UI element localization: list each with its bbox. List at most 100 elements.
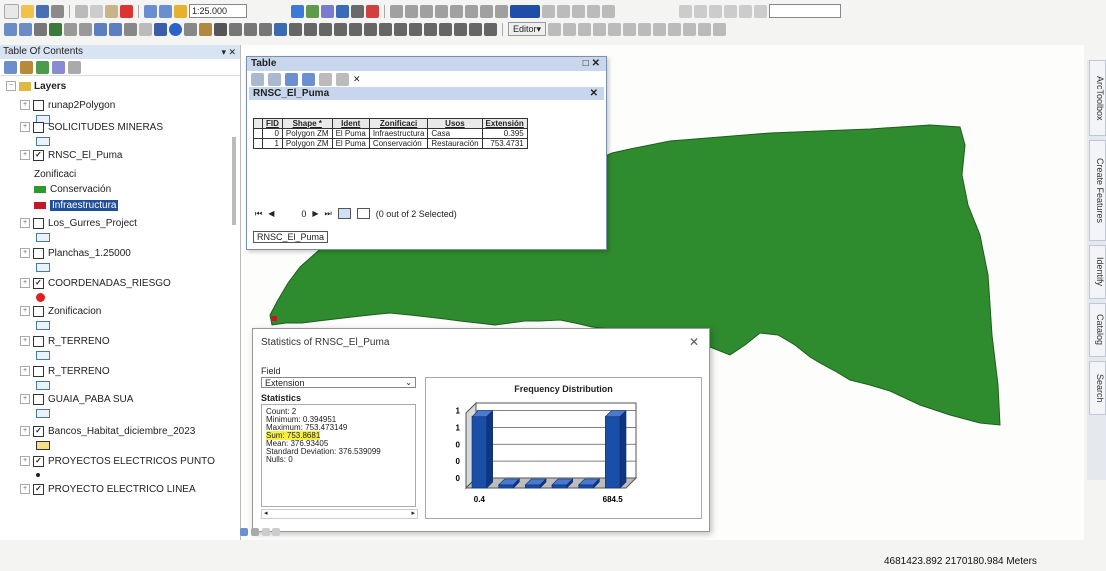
fixed-zoom-out-icon[interactable] <box>79 22 92 36</box>
modelbuilder-icon[interactable] <box>366 4 379 18</box>
table-row[interactable]: 0 Polygon ZM El Puma Infraestructura Casa 0.3… <box>253 128 528 139</box>
sidebar-tab-identify[interactable]: Identify <box>1089 245 1106 299</box>
expand-icon[interactable]: + <box>20 336 30 346</box>
tool-icon[interactable] <box>709 4 722 18</box>
layer-visibility-checkbox[interactable] <box>33 483 44 495</box>
edit-tool-icon[interactable] <box>638 22 652 36</box>
identify-icon[interactable] <box>169 22 182 36</box>
legend-class-3[interactable]: Zonificaci <box>34 167 76 181</box>
layer-visibility-checkbox[interactable] <box>33 99 44 111</box>
toc-layer-15[interactable]: + PROYECTO ELECTRICO LINEA <box>20 482 196 496</box>
scroll-right-icon[interactable]: ▸ <box>411 510 417 518</box>
layer-visibility-checkbox[interactable] <box>33 217 44 229</box>
edit-tool-icon[interactable] <box>563 22 577 36</box>
tool-icon[interactable] <box>454 22 467 36</box>
layers-data-frame[interactable]: − Layers <box>6 79 66 93</box>
layer-visibility-checkbox[interactable] <box>33 149 44 161</box>
expand-icon[interactable]: + <box>20 150 30 160</box>
expand-icon[interactable]: + <box>20 122 30 132</box>
list-by-visibility-icon[interactable] <box>36 60 49 74</box>
search-window-icon[interactable] <box>321 4 334 18</box>
tool-icon[interactable] <box>450 4 463 18</box>
edit-tool-icon[interactable] <box>623 22 637 36</box>
layout-view-icon[interactable] <box>250 528 259 536</box>
hyperlink-icon[interactable] <box>184 22 197 36</box>
collapse-icon[interactable]: − <box>6 81 16 91</box>
clear-selection-icon[interactable] <box>139 22 152 36</box>
cut-icon[interactable] <box>75 4 88 18</box>
row-selector[interactable] <box>253 128 263 139</box>
toc-layer-0[interactable]: + runap2Polygon <box>20 98 115 112</box>
expand-icon[interactable]: + <box>20 456 30 466</box>
toc-layer-13[interactable]: + Bancos_Habitat_diciembre_2023 <box>20 424 195 438</box>
scroll-left-icon[interactable]: ◂ <box>262 510 268 518</box>
tool-icon[interactable] <box>587 4 600 18</box>
layer-visibility-checkbox[interactable] <box>33 455 44 467</box>
zoom-in-icon[interactable] <box>4 22 17 36</box>
time-slider-icon[interactable] <box>274 22 287 36</box>
expand-icon[interactable]: + <box>20 366 30 376</box>
tool-icon[interactable] <box>420 4 433 18</box>
tool-icon[interactable] <box>572 4 585 18</box>
toc-layer-11[interactable]: + R_TERRENO <box>20 364 110 378</box>
current-record-field[interactable]: 0 <box>280 209 306 219</box>
select-by-attributes-icon[interactable] <box>285 72 298 86</box>
zoom-out-icon[interactable] <box>19 22 32 36</box>
statistics-horizontal-scrollbar[interactable]: ◂ ▸ <box>261 509 418 519</box>
forward-extent-icon[interactable] <box>109 22 122 36</box>
first-record-icon[interactable]: ⏮ <box>255 209 262 219</box>
chevron-down-icon[interactable]: ⌄ <box>405 377 412 388</box>
tool-icon[interactable] <box>754 4 767 18</box>
expand-icon[interactable]: + <box>20 484 30 494</box>
color-swatch-icon[interactable] <box>510 4 540 18</box>
back-extent-icon[interactable] <box>94 22 107 36</box>
sidebar-tab-catalog[interactable]: Catalog <box>1089 303 1106 357</box>
expand-icon[interactable]: + <box>20 248 30 258</box>
legend-class-5[interactable]: Infraestructura <box>34 198 119 212</box>
switch-selection-icon[interactable] <box>302 72 315 86</box>
table-options-icon[interactable] <box>251 72 264 86</box>
pan-icon[interactable] <box>34 22 47 36</box>
table-tab-rnsc-el-puma[interactable]: RNSC_El_Puma <box>253 231 329 243</box>
column-header[interactable]: Extensión <box>481 118 528 129</box>
toc-close-icon[interactable]: ▾ ✕ <box>221 45 236 59</box>
related-tables-icon[interactable] <box>268 72 281 86</box>
layer-visibility-checkbox[interactable] <box>33 305 44 317</box>
sidebar-tab-arctoolbox[interactable]: ArcToolbox <box>1089 60 1106 136</box>
fixed-zoom-in-icon[interactable] <box>64 22 77 36</box>
tool-icon[interactable] <box>484 22 497 36</box>
show-all-records-icon[interactable] <box>337 208 351 219</box>
layer-visibility-checkbox[interactable] <box>33 425 44 437</box>
column-header[interactable]: Ident <box>331 118 370 129</box>
show-selected-records-icon[interactable] <box>356 208 370 219</box>
add-data-icon[interactable] <box>174 4 187 18</box>
print-icon[interactable] <box>51 4 64 18</box>
tool-icon[interactable] <box>557 4 570 18</box>
paste-icon[interactable] <box>105 4 118 18</box>
tool-icon[interactable] <box>679 4 692 18</box>
edit-tool-icon[interactable] <box>608 22 622 36</box>
edit-tool-icon[interactable] <box>668 22 682 36</box>
layer-visibility-checkbox[interactable] <box>33 393 44 405</box>
clear-selection-icon[interactable] <box>319 72 332 86</box>
layer-visibility-checkbox[interactable] <box>33 247 44 259</box>
tool-icon[interactable] <box>379 22 392 36</box>
column-header[interactable]: FID <box>262 118 283 129</box>
tool-icon[interactable] <box>304 22 317 36</box>
column-header[interactable]: Usos <box>427 118 483 129</box>
expand-icon[interactable]: + <box>20 218 30 228</box>
toc-layer-9[interactable]: + Zonificacion <box>20 304 101 318</box>
python-icon[interactable] <box>351 4 364 18</box>
tool-icon[interactable] <box>739 4 752 18</box>
delete-icon[interactable] <box>120 4 133 18</box>
tool-icon[interactable] <box>469 22 482 36</box>
tool-icon[interactable] <box>394 22 407 36</box>
previous-record-icon[interactable]: ◀ <box>268 209 274 218</box>
sidebar-tab-create-features[interactable]: Create Features <box>1089 140 1106 241</box>
legend-class-4[interactable]: Conservación <box>34 182 111 196</box>
row-selector-header[interactable] <box>253 118 263 129</box>
toc-layer-1[interactable]: + SOLICITUDES MINERAS <box>20 120 163 134</box>
last-record-icon[interactable]: ⏭ <box>325 209 332 219</box>
toc-layer-2[interactable]: + RNSC_El_Puma <box>20 148 122 162</box>
options-icon[interactable] <box>68 60 81 74</box>
